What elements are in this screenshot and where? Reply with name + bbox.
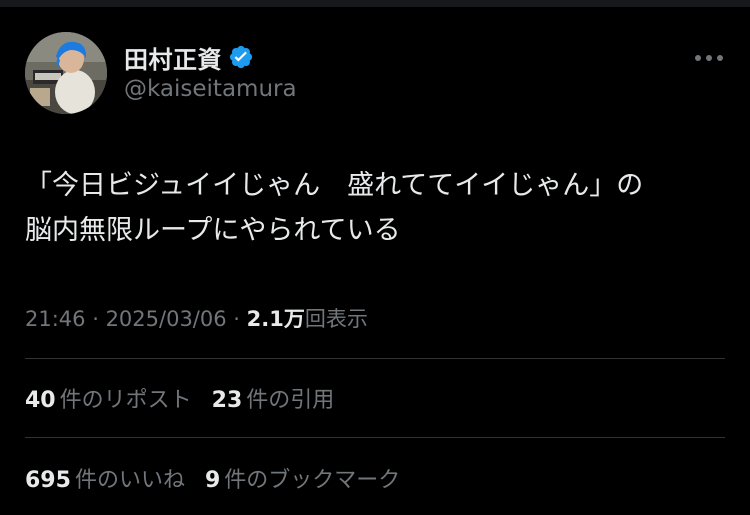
bookmarks-label: 件のブックマーク bbox=[224, 468, 401, 493]
reposts-label: 件のリポスト bbox=[59, 388, 192, 413]
quotes-count: 23 bbox=[211, 388, 243, 413]
views-count: 2.1万 bbox=[246, 307, 305, 331]
author-name-row[interactable]: 田村正資 bbox=[124, 40, 254, 75]
likes-label: 件のいいね bbox=[74, 468, 185, 493]
avatar-photo bbox=[25, 32, 107, 114]
reposts-count: 40 bbox=[25, 388, 56, 413]
author-name[interactable]: 田村正資 bbox=[124, 40, 222, 75]
stats-row-likes: 695 件のいいね 9 件のブックマーク bbox=[25, 462, 420, 494]
divider-1 bbox=[25, 358, 725, 359]
tweet-text-line1: 「今日ビジュイイじゃん 盛れててイイじゃん」の bbox=[25, 170, 644, 201]
tweet-text-line2: 脳内無限ループにやられている bbox=[25, 215, 401, 246]
verified-badge-icon bbox=[228, 44, 254, 70]
meta-separator-2: · bbox=[226, 307, 247, 331]
top-strip bbox=[0, 0, 750, 7]
avatar[interactable] bbox=[25, 32, 107, 114]
divider-2 bbox=[25, 437, 725, 438]
tweet-date[interactable]: 2025/03/06 bbox=[106, 307, 227, 331]
bookmarks-count: 9 bbox=[204, 468, 221, 493]
author-handle[interactable]: @kaiseitamura bbox=[124, 76, 297, 102]
reposts-stat[interactable]: 40 件のリポスト bbox=[25, 382, 192, 414]
likes-stat[interactable]: 695 件のいいね bbox=[25, 462, 185, 494]
tweet-text: 「今日ビジュイイじゃん 盛れててイイじゃん」の 脳内無限ループにやられている bbox=[25, 163, 725, 253]
views-label: 回表示 bbox=[304, 307, 368, 331]
likes-count: 695 bbox=[25, 468, 71, 493]
meta-separator-1: · bbox=[85, 307, 106, 331]
more-horizontal-icon[interactable] bbox=[692, 48, 726, 68]
tweet-time[interactable]: 21:46 bbox=[25, 307, 86, 331]
quotes-label: 件の引用 bbox=[246, 388, 335, 413]
quotes-stat[interactable]: 23 件の引用 bbox=[212, 382, 335, 414]
bookmarks-stat[interactable]: 9 件のブックマーク bbox=[205, 462, 400, 494]
tweet-meta: 21:46 · 2025/03/06 · 2.1万回表示 bbox=[25, 303, 368, 333]
stats-row-reposts: 40 件のリポスト 23 件の引用 bbox=[25, 382, 354, 414]
